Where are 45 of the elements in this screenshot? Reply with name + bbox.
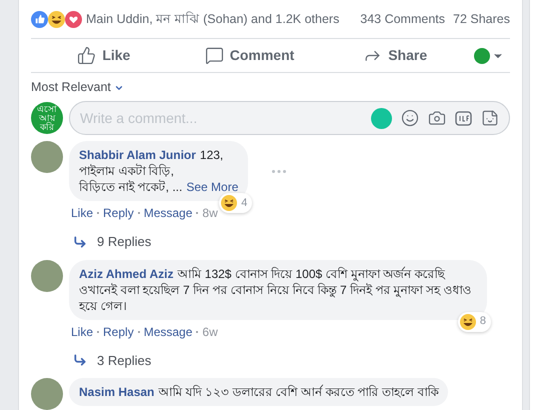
comments-count[interactable]: 343 Comments [360,10,446,29]
comment-button[interactable]: Comment [176,40,322,72]
reaction-count: 8 [480,314,486,330]
author-link[interactable]: Aziz Ahmed Aziz [79,266,174,280]
comment-text: Aziz Ahmed Aziz আমি 132$ বোনাস দিয়ে 100$ বেশি মুনাফা অর্জন করেছি ওখানেই বলা হয়েছিল 7 দিন পর বোনাস নিয়ে নিবে কিন্তু 7 দিনই পর মুনাফা সহ ওধাও হয়ে গেল। [79,266,472,314]
reactions-summary[interactable]: Main Uddin, মন মাঝি (Sohan) and 1.2K others [86,10,340,29]
avatar-photo-placeholder[interactable] [31,260,63,292]
comment-action-link[interactable]: Reply [103,204,134,222]
sort-dropdown[interactable]: Most Relevant [31,78,124,97]
reply-arrow-icon [73,234,87,249]
comment-action-link[interactable]: Message [144,204,192,222]
emoji-icon[interactable] [401,109,419,127]
reaction-count: 4 [241,196,248,211]
reaction-badge[interactable]: 4 [219,193,252,213]
grammar-check-icon[interactable] [371,108,392,128]
view-replies-link[interactable]: 3 Replies [73,350,152,370]
laughing-emoji-icon [48,10,65,28]
page-avatar: এসো আয় করি [31,102,63,134]
see-more-link[interactable]: See More [186,180,238,194]
comment-action-link[interactable]: Like [71,322,94,340]
sticker-icon[interactable] [481,109,499,127]
like-reaction-icon [31,10,48,28]
like-button[interactable]: Like [31,40,177,72]
author-link[interactable]: Nasim Hasan [79,385,154,399]
avatar-photo-placeholder[interactable] [31,141,63,173]
avatar-photo-placeholder[interactable] [31,378,63,410]
more-options-icon[interactable] [272,170,286,172]
camera-icon[interactable] [428,109,446,127]
comment-text: Nasim Hasan আমি যদি ১২৩ ডলারের বেশি আর্ন করতে পারি তাহলে বাকি [79,384,438,400]
laughing-emoji-icon [460,314,476,330]
reply-arrow-icon [73,353,87,368]
comment-action-link[interactable]: Like [71,204,94,222]
page-avatar-icon [474,48,490,64]
speech-bubble-icon [204,46,224,66]
shares-count[interactable]: 72 Shares [453,10,510,29]
comment-action-link[interactable]: Reply [103,322,134,340]
gif-icon[interactable] [455,110,472,126]
laughing-emoji-icon [221,195,238,211]
thumbs-up-icon [77,46,96,66]
heart-reaction-icon [65,10,82,28]
comment-text: Shabbir Alam Junior 123, পাইলাম একটা বিড়ি, বিড়িতে নাই পকেট, ... See More [79,147,238,195]
author-link[interactable]: Shabbir Alam Junior [79,148,196,162]
comment-action-link[interactable]: Message [144,322,192,340]
share-button[interactable]: Share [322,40,468,72]
view-replies-link[interactable]: 9 Replies [73,232,152,252]
